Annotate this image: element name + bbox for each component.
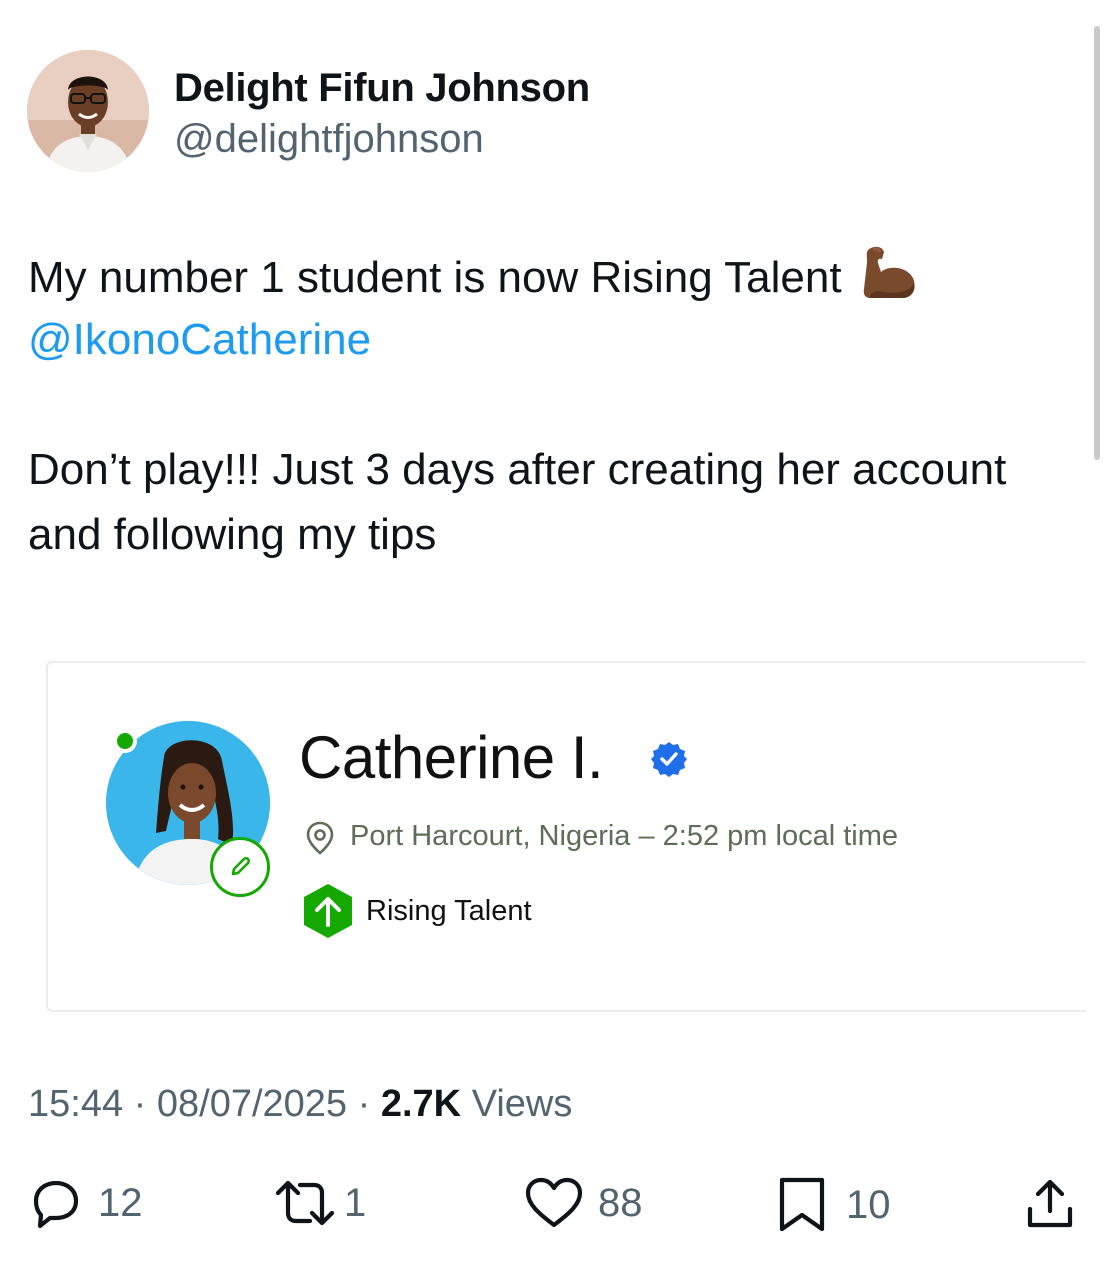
share-button[interactable] [1022, 1175, 1078, 1231]
views-label: Views [471, 1083, 573, 1125]
tweet-text: My number 1 student is now Rising Talent… [28, 242, 1098, 567]
reply-icon [33, 1180, 79, 1229]
rising-talent-badge-icon [304, 884, 352, 938]
repost-count: 1 [344, 1180, 367, 1225]
verified-badge-icon [651, 742, 687, 777]
heart-icon [525, 1177, 583, 1228]
meta-separator: · [357, 1083, 371, 1125]
bookmark-count: 10 [846, 1182, 891, 1227]
tweet-line: My number 1 student is now Rising Talent [28, 242, 1098, 307]
rising-talent-label: Rising Talent [366, 895, 532, 927]
tweet-line-3: Don’t play!!! Just 3 days after creating… [28, 445, 1007, 494]
bookmark-icon [779, 1177, 825, 1232]
freelancer-name: Catherine I. [299, 724, 604, 791]
tweet-line-4: and following my tips [28, 510, 437, 559]
flexed-biceps-icon [863, 246, 915, 298]
meta-separator: · [133, 1083, 147, 1125]
author-avatar[interactable] [27, 50, 149, 172]
bookmark-button[interactable]: 10 [776, 1175, 891, 1235]
reply-count: 12 [98, 1180, 143, 1225]
share-icon [1027, 1179, 1073, 1228]
like-count: 88 [598, 1180, 643, 1225]
author-handle[interactable]: @delightfjohnson [174, 117, 484, 162]
tweet-line-1: My number 1 student is now Rising Talent [28, 253, 842, 302]
edit-profile-photo-button[interactable] [210, 837, 270, 897]
location-pin-icon [306, 821, 334, 855]
online-status-dot [113, 729, 137, 753]
mention-link[interactable]: @IkonoCatherine [28, 307, 1098, 372]
author-avatar-image [27, 50, 149, 172]
repost-button[interactable]: 1 [272, 1175, 366, 1231]
author-display-name[interactable]: Delight Fifun Johnson [174, 66, 590, 111]
tweet-date[interactable]: 08/07/2025 [157, 1083, 347, 1125]
like-button[interactable]: 88 [524, 1175, 643, 1231]
repost-icon [275, 1180, 335, 1226]
reply-button[interactable]: 12 [28, 1175, 143, 1231]
tweet-meta: 15:44 · 08/07/2025 · 2.7K Views [28, 1083, 572, 1126]
tweet-time[interactable]: 15:44 [28, 1083, 123, 1125]
views-count: 2.7K [380, 1083, 462, 1125]
freelancer-location: Port Harcourt, Nigeria – 2:52 pm local t… [350, 820, 898, 852]
pencil-icon [231, 856, 251, 876]
